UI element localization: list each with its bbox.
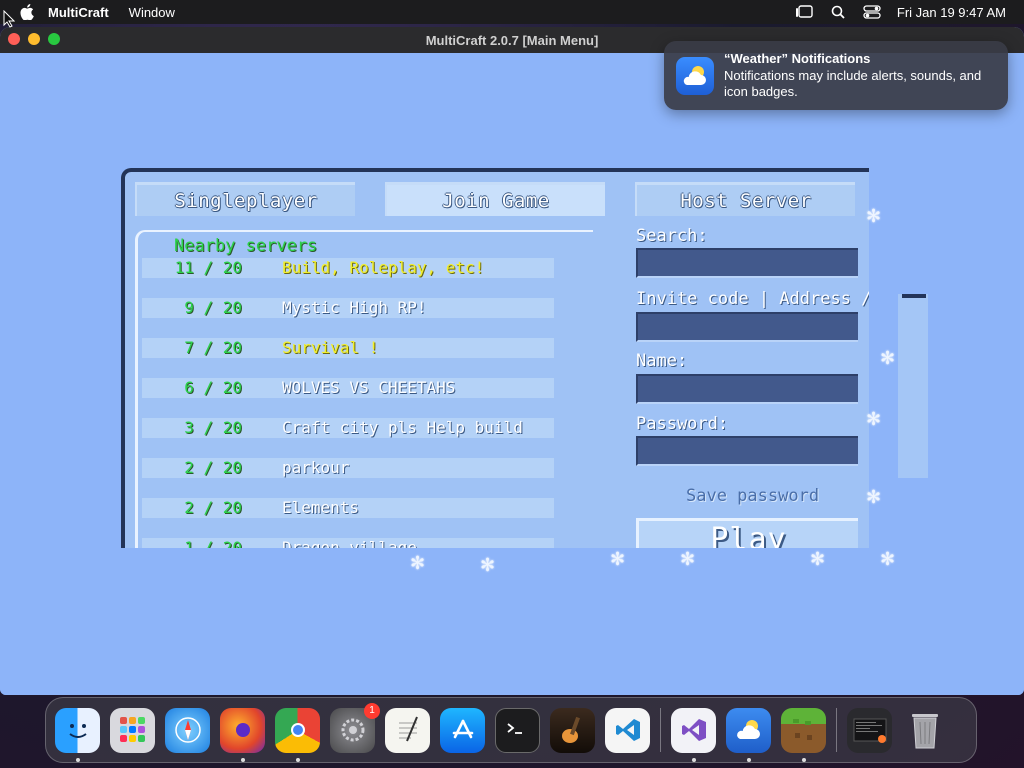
apple-menu-icon[interactable] <box>20 4 34 20</box>
trash-icon[interactable] <box>902 708 947 753</box>
name-label: Name: <box>636 351 688 371</box>
snowflake-icon: ✻ <box>866 206 882 227</box>
snowflake-icon: ✻ <box>880 549 896 570</box>
server-player-count: 9 / 20 <box>184 298 242 317</box>
snowflake-icon: ✻ <box>866 487 882 508</box>
server-name: WOLVES VS CHEETAHS <box>282 378 456 397</box>
server-player-count: 2 / 20 <box>184 498 242 517</box>
weather-app-icon[interactable] <box>726 707 771 762</box>
snowflake-icon: ✻ <box>866 409 882 430</box>
notification-body: Notifications may include alerts, sounds… <box>724 68 982 99</box>
app-store-icon[interactable] <box>440 707 485 753</box>
main-menu-panel: Singleplayer Join Game Host Server Nearb… <box>121 168 869 548</box>
menu-bar: MultiCraft Window Fri Jan 19 9:47 AM <box>0 0 1024 24</box>
downloads-stack-icon[interactable] <box>847 707 892 753</box>
server-player-count: 3 / 20 <box>184 418 242 437</box>
spotlight-search-icon[interactable] <box>829 5 847 19</box>
search-input[interactable] <box>636 248 858 278</box>
server-name: Mystic High RP! <box>282 298 427 317</box>
server-name: Craft city pls Help build <box>282 418 523 437</box>
fullscreen-window-button[interactable] <box>48 33 60 45</box>
server-name: parkour <box>282 458 350 477</box>
server-player-count: 2 / 20 <box>184 458 242 477</box>
server-row[interactable]: 6 / 20 WOLVES VS CHEETAHS <box>142 378 554 398</box>
address-label: Invite code | Address / <box>636 289 869 309</box>
server-player-count: 6 / 20 <box>184 378 242 397</box>
server-list[interactable]: Nearby servers 11 / 20 Build, Roleplay, … <box>135 230 593 548</box>
server-player-count: 1 / 20 <box>184 538 242 548</box>
stage-manager-icon[interactable] <box>795 5 813 19</box>
server-name: Elements <box>282 498 360 517</box>
textedit-icon[interactable] <box>385 707 430 753</box>
weather-icon <box>676 57 714 95</box>
garageband-icon[interactable] <box>550 707 595 753</box>
snowflake-icon: ✻ <box>810 549 826 570</box>
password-input[interactable] <box>636 436 858 466</box>
password-label: Password: <box>636 414 729 434</box>
menubar-clock[interactable]: Fri Jan 19 9:47 AM <box>897 5 1006 20</box>
launchpad-icon[interactable] <box>110 707 155 753</box>
menubar-app-name[interactable]: MultiCraft <box>48 5 109 20</box>
visual-studio-icon[interactable] <box>671 707 716 762</box>
tab-host-server[interactable]: Host Server <box>635 182 855 216</box>
notification-content: “Weather” Notifications Notifications ma… <box>724 51 996 100</box>
control-center-icon[interactable] <box>863 5 881 19</box>
snowflake-icon: ✻ <box>410 553 426 574</box>
server-name: Build, Roleplay, etc! <box>282 258 485 277</box>
multicraft-window: MultiCraft 2.0.7 [Main Menu] Singleplaye… <box>0 27 1024 695</box>
snowflake-icon: ✻ <box>880 348 896 369</box>
finder-icon[interactable] <box>55 707 100 762</box>
search-label: Search: <box>636 226 708 246</box>
running-indicator <box>295 757 300 762</box>
server-row[interactable]: 11 / 20 Build, Roleplay, etc! <box>142 258 554 278</box>
server-player-count: 7 / 20 <box>184 338 242 357</box>
side-scroll-tab[interactable] <box>898 294 928 478</box>
snowflake-icon: ✻ <box>680 549 696 570</box>
server-row[interactable]: 9 / 20 Mystic High RP! <box>142 298 554 318</box>
running-indicator <box>691 757 696 762</box>
side-tab-bar <box>902 294 926 298</box>
terminal-icon[interactable] <box>495 707 540 753</box>
server-row[interactable]: 3 / 20 Craft city pls Help build <box>142 418 554 438</box>
menubar-window-menu[interactable]: Window <box>129 5 175 20</box>
snowflake-icon: ✻ <box>610 549 626 570</box>
tab-join-game[interactable]: Join Game <box>385 182 605 216</box>
game-canvas: Singleplayer Join Game Host Server Nearb… <box>0 53 1024 695</box>
name-input[interactable] <box>636 374 858 404</box>
server-list-heading: Nearby servers <box>174 236 318 256</box>
minimize-window-button[interactable] <box>28 33 40 45</box>
system-settings-icon[interactable]: 1 <box>330 702 380 753</box>
dock-separator <box>660 708 661 752</box>
weather-notification[interactable]: “Weather” Notifications Notifications ma… <box>664 41 1008 110</box>
server-row[interactable]: 2 / 20 Elements <box>142 498 554 518</box>
server-player-count: 11 / 20 <box>174 258 242 277</box>
chrome-icon[interactable] <box>275 707 320 762</box>
notification-title: “Weather” Notifications <box>724 51 871 66</box>
safari-icon[interactable] <box>165 707 210 753</box>
window-title: MultiCraft 2.0.7 [Main Menu] <box>425 32 599 48</box>
running-indicator <box>240 757 245 762</box>
play-button[interactable]: Play <box>636 518 858 548</box>
server-row[interactable]: 7 / 20 Survival ! <box>142 338 554 358</box>
snowflake-icon: ✻ <box>480 555 496 576</box>
notification-badge: 1 <box>364 702 380 719</box>
server-row[interactable]: 2 / 20 parkour <box>142 458 554 478</box>
save-password-checkbox[interactable]: Save password <box>686 486 819 506</box>
window-controls <box>8 33 60 45</box>
dock-separator <box>836 708 837 752</box>
address-input[interactable] <box>636 312 858 342</box>
tab-singleplayer[interactable]: Singleplayer <box>135 182 355 216</box>
multicraft-app-icon[interactable] <box>781 707 826 762</box>
running-indicator <box>75 757 80 762</box>
close-window-button[interactable] <box>8 33 20 45</box>
server-name: Survival ! <box>282 338 379 357</box>
server-name: Dragon village <box>282 538 417 548</box>
server-row[interactable]: 1 / 20 Dragon village <box>142 538 554 548</box>
running-indicator <box>746 757 751 762</box>
vscode-icon[interactable] <box>605 707 650 753</box>
mouse-cursor-icon <box>3 9 16 32</box>
dock: 1 <box>45 697 977 763</box>
firefox-icon[interactable] <box>220 707 265 762</box>
running-indicator <box>801 757 806 762</box>
